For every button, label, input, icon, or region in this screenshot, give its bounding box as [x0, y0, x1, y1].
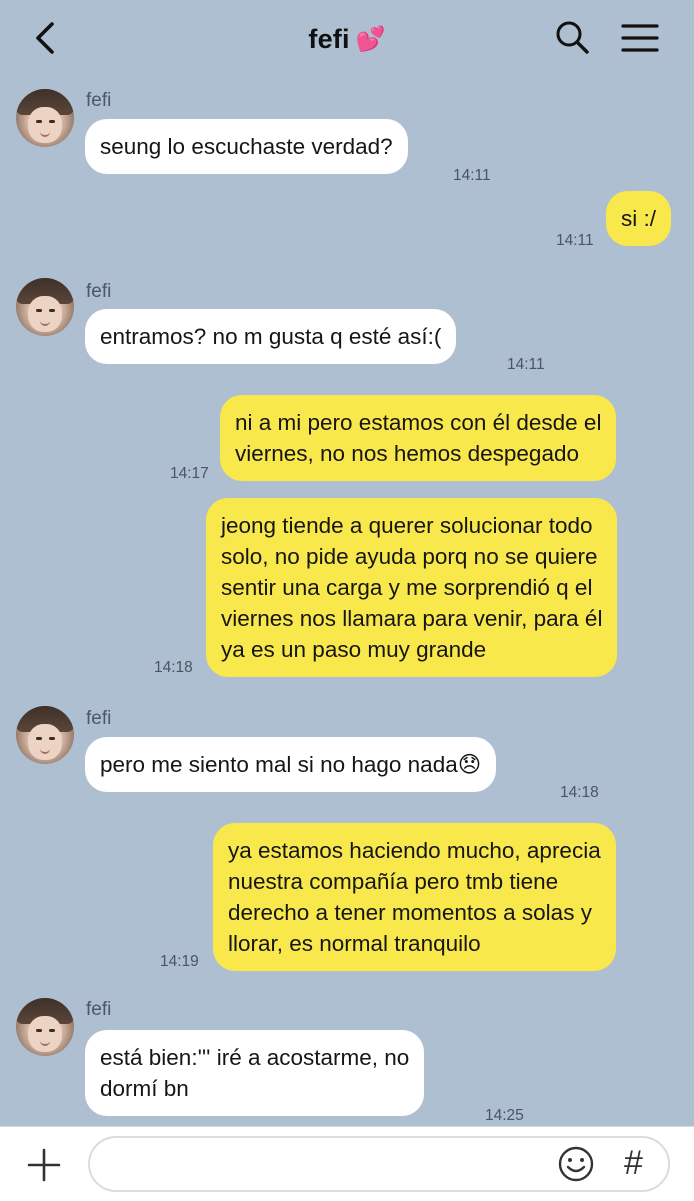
heart-emoji: 💕 [355, 25, 386, 53]
message-time: 14:11 [507, 356, 545, 373]
sender-name: fefi [86, 90, 112, 111]
sender-name: fefi [86, 999, 112, 1020]
message-time: 14:18 [154, 659, 193, 676]
message-time: 14:19 [160, 953, 199, 970]
message-bubble-incoming[interactable]: está bien:''' iré a acostarme, no dormí … [85, 1030, 425, 1116]
message-input-bar: # [0, 1126, 694, 1201]
message-time: 14:25 [485, 1107, 524, 1124]
avatar[interactable] [16, 89, 74, 147]
message-bubble-incoming[interactable]: pero me siento mal si no hago nada😞 [85, 737, 497, 792]
sender-name: fefi [86, 708, 112, 729]
contact-name: fefi [308, 23, 350, 54]
menu-icon[interactable] [620, 20, 660, 56]
chevron-left-icon[interactable] [28, 20, 64, 56]
message-time: 14:18 [560, 784, 599, 801]
plus-icon[interactable] [26, 1147, 62, 1183]
message-time: 14:11 [453, 167, 491, 184]
message-bubble-incoming[interactable]: seung lo escuchaste verdad? [85, 119, 408, 174]
message-time: 14:17 [170, 465, 209, 482]
chat-header: fefi 💕 [0, 0, 694, 78]
emoji-icon[interactable] [557, 1145, 595, 1183]
message-bubble-incoming[interactable]: entramos? no m gusta q esté así:( [85, 309, 457, 364]
avatar[interactable] [16, 278, 74, 336]
avatar[interactable] [16, 706, 74, 764]
message-bubble-outgoing[interactable]: si :/ [606, 191, 672, 246]
message-bubble-outgoing[interactable]: jeong tiende a querer solucionar todo so… [206, 498, 618, 677]
message-bubble-outgoing[interactable]: ya estamos haciendo mucho, aprecia nuest… [213, 823, 616, 971]
chat-title[interactable]: fefi 💕 [308, 24, 385, 55]
avatar[interactable] [16, 998, 74, 1056]
message-bubble-outgoing[interactable]: ni a mi pero estamos con él desde el vie… [220, 395, 617, 481]
sender-name: fefi [86, 281, 112, 302]
hashtag-icon[interactable]: # [624, 1143, 643, 1183]
search-icon[interactable] [553, 18, 591, 56]
message-time: 14:11 [556, 232, 594, 249]
